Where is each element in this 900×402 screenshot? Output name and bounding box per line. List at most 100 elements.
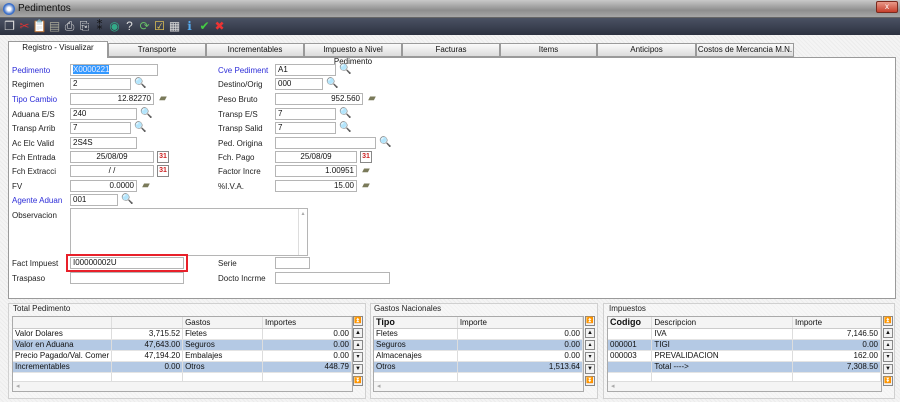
total-pedimento-scroll[interactable]: ⏫ ▲ ▴ ▾ ▼ ⏬ [353, 316, 363, 388]
column-header[interactable]: Importes [262, 317, 352, 329]
destino-field[interactable]: 000 [275, 78, 323, 90]
agente-field[interactable]: 001 [70, 194, 118, 206]
cve-pediment-field[interactable]: A1 [275, 64, 336, 76]
table-row[interactable]: Total ----> 7,308.50 [608, 361, 881, 373]
aduana-field[interactable]: 240 [70, 108, 137, 120]
fv-field[interactable]: 0.0000 [70, 180, 137, 192]
iva-field[interactable]: 15.00 [275, 180, 357, 192]
calendar-icon[interactable]: 31 [157, 151, 169, 163]
scroll-button[interactable]: ⏬ [883, 376, 893, 386]
calculator-icon[interactable]: ▰ [140, 180, 152, 192]
paste-icon[interactable]: 📋 [32, 19, 47, 34]
calculator-icon[interactable]: ▰ [360, 165, 372, 177]
table-row[interactable]: Valor Dolares 3,715.52 Fletes 0.00 [13, 328, 352, 340]
tab-items[interactable]: Items [500, 43, 597, 57]
docto-field[interactable] [275, 272, 390, 284]
scroll-button[interactable]: ▼ [585, 364, 595, 374]
peso-bruto-field[interactable]: 952.560 [275, 93, 363, 105]
scroll-button[interactable]: ⏫ [883, 316, 893, 326]
scroll-button[interactable]: ▼ [883, 364, 893, 374]
horizontal-scrollbar[interactable]: ◂ [374, 381, 583, 391]
calculator-icon[interactable]: ▰ [157, 93, 169, 105]
observacion-textarea[interactable]: ▴ [70, 208, 308, 256]
table-row[interactable]: Otros 1,513.64 [374, 361, 583, 373]
tab-costos-de-mercancia-m-n-[interactable]: Costos de Mercancia M.N. [696, 43, 794, 57]
search-icon[interactable]: 🔍 [140, 108, 152, 120]
search-icon[interactable]: 🔍 [134, 122, 146, 134]
tab-impuesto-a-nivel-pedimento[interactable]: Impuesto a Nivel Pedimento [304, 43, 402, 66]
copy-icon[interactable]: ❐ [2, 19, 17, 34]
table-row[interactable]: 000003 PREVALIDACION 162.00 [608, 350, 881, 362]
factor-field[interactable]: 1.00951 [275, 165, 357, 177]
transp-es-field[interactable]: 7 [275, 108, 336, 120]
tab-incrementables[interactable]: Incrementables [206, 43, 304, 57]
tipo-cambio-field[interactable]: 12.82270 [70, 93, 154, 105]
ped-origina-field[interactable] [275, 137, 376, 149]
globe-icon[interactable]: ◉ [107, 19, 122, 34]
info-icon[interactable]: ℹ [182, 19, 197, 34]
fch-extracci-field[interactable]: / / [70, 165, 154, 177]
document-icon[interactable]: ▦ [167, 19, 182, 34]
search-icon[interactable]: 🔍 [326, 78, 338, 90]
table-row[interactable]: Incrementables 0.00 Otros 448.79 [13, 361, 352, 373]
search-icon[interactable]: 🔍 [339, 108, 351, 120]
tab-transporte[interactable]: Transporte [108, 43, 206, 57]
serie-field[interactable] [275, 257, 310, 269]
traspaso-field[interactable] [70, 272, 184, 284]
scroll-button[interactable]: ▼ [353, 364, 363, 374]
close-button[interactable]: x [876, 1, 898, 13]
table-row[interactable]: Valor en Aduana 47,643.00 Seguros 0.00 [13, 339, 352, 351]
calculator-icon[interactable]: ▰ [366, 93, 378, 105]
search-icon[interactable]: 🔍 [339, 122, 351, 134]
print-icon[interactable]: ⎙ [62, 19, 77, 34]
table-row[interactable]: Precio Pagado/Val. Comer 47,194.20 Embalaj… [13, 350, 352, 362]
scroll-button[interactable]: ▾ [883, 352, 893, 362]
table-row[interactable]: IVA 7,146.50 [608, 328, 881, 340]
tab-facturas[interactable]: Facturas [402, 43, 500, 57]
horizontal-scrollbar[interactable]: ◂ [13, 381, 352, 391]
search-icon[interactable]: 🔍 [379, 137, 391, 149]
cancel-icon[interactable]: ✖ [212, 19, 227, 34]
scroll-button[interactable]: ▴ [883, 340, 893, 350]
gastos-nacionales-scroll[interactable]: ⏫ ▲ ▴ ▾ ▼ ⏬ [585, 316, 595, 388]
search-icon[interactable]: 🔍 [121, 194, 133, 206]
calendar-icon[interactable]: 31 [360, 151, 372, 163]
scroll-button[interactable]: ▴ [353, 340, 363, 350]
scroll-button[interactable]: ▴ [585, 340, 595, 350]
fch-pago-field[interactable]: 25/08/09 [275, 151, 357, 163]
refresh-icon[interactable]: ⟳ [137, 19, 152, 34]
column-header[interactable] [111, 317, 184, 329]
cut-icon[interactable]: ✂ [17, 19, 32, 34]
pedimento-field[interactable]: X0000221 [70, 64, 158, 76]
print-preview-icon[interactable]: ⎘ [77, 19, 92, 34]
regimen-field[interactable]: 2 [70, 78, 131, 90]
scroll-button[interactable]: ▾ [353, 352, 363, 362]
search-icon[interactable]: 🔍 [339, 64, 351, 76]
table-row[interactable]: Fletes 0.00 [374, 328, 583, 340]
table-row[interactable]: Almacenajes 0.00 [374, 350, 583, 362]
fch-entrada-field[interactable]: 25/08/09 [70, 151, 154, 163]
search-icon[interactable]: 🔍 [134, 78, 146, 90]
transp-salid-field[interactable]: 7 [275, 122, 336, 134]
column-header[interactable] [13, 317, 113, 329]
tab-registro-visualizar[interactable]: Registro - Visualizar [8, 41, 108, 58]
column-header[interactable]: Importe [457, 317, 583, 329]
scroll-button[interactable]: ▲ [353, 328, 363, 338]
observacion-scrollbar[interactable]: ▴ [298, 209, 307, 255]
column-header[interactable]: Codigo [608, 317, 653, 329]
scroll-button[interactable]: ▲ [883, 328, 893, 338]
horizontal-scrollbar[interactable]: ◂ [608, 381, 881, 391]
accept-icon[interactable]: ✔ [197, 19, 212, 34]
scroll-button[interactable]: ⏬ [353, 376, 363, 386]
scroll-button[interactable]: ⏫ [353, 316, 363, 326]
column-header[interactable]: Importe [792, 317, 881, 329]
scroll-button[interactable]: ▲ [585, 328, 595, 338]
scroll-button[interactable]: ⏬ [585, 376, 595, 386]
table-row[interactable]: 000001 TIGI 0.00 [608, 339, 881, 351]
tab-anticipos[interactable]: Anticipos [597, 43, 696, 57]
table-row[interactable]: Seguros 0.00 [374, 339, 583, 351]
scroll-button[interactable]: ⏫ [585, 316, 595, 326]
scroll-button[interactable]: ▾ [585, 352, 595, 362]
help-icon[interactable]: ? [122, 19, 137, 34]
calculator-icon[interactable]: ▤ [47, 19, 62, 34]
